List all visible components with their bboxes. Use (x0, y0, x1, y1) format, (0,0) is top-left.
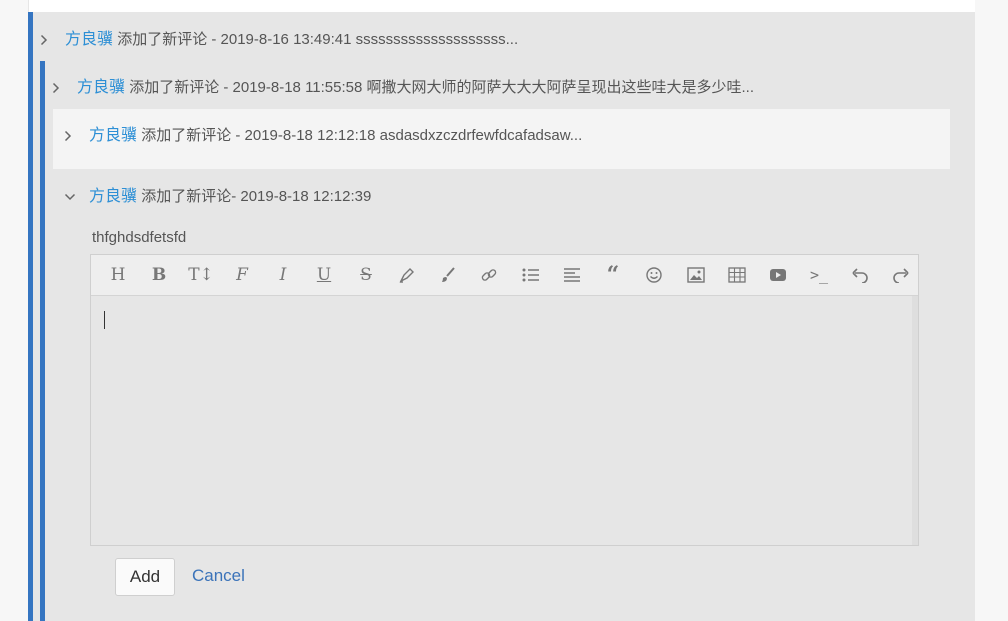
comment-summary: 添加了新评论 - 2019-8-16 13:49:41 ssssssssssss… (117, 31, 519, 48)
page-left-margin (0, 0, 29, 621)
comment-summary: 添加了新评论 - 2019-8-18 11:55:58 啊撒大网大师的阿萨大大大… (129, 79, 755, 96)
comment-summary: 添加了新评论 - 2019-8-18 12:12:18 asdasdxzczdr… (141, 127, 583, 144)
heading-icon[interactable]: H (101, 255, 135, 295)
page-right-margin (975, 0, 1008, 621)
redo-icon[interactable] (884, 255, 918, 295)
chevron-right-icon[interactable] (39, 28, 49, 52)
add-button[interactable]: Add (115, 558, 175, 596)
comment-author-link[interactable]: 方良骥 (89, 127, 137, 144)
marker-icon[interactable] (390, 255, 424, 295)
comment-body-text: thfghdsdfetsfd (92, 229, 187, 246)
italic-icon[interactable]: I (266, 255, 300, 295)
chevron-right-icon[interactable] (63, 124, 73, 148)
align-icon[interactable] (555, 255, 589, 295)
editor-textarea[interactable] (91, 296, 911, 545)
unordered-list-icon[interactable] (514, 255, 548, 295)
font-icon[interactable]: F (225, 255, 259, 295)
editor-scrollbar[interactable] (912, 296, 918, 545)
text-size-icon[interactable]: T↕ (184, 255, 218, 295)
brush-icon[interactable] (431, 255, 465, 295)
editor-toolbar: H B T↕ F I U S “ >_ (91, 255, 918, 296)
link-icon[interactable] (472, 255, 506, 295)
code-icon[interactable]: >_ (802, 255, 836, 295)
video-icon[interactable] (761, 255, 795, 295)
thread-indent-bar-nested (40, 61, 45, 621)
comment-author-link[interactable]: 方良骥 (65, 31, 113, 48)
comment-author-link[interactable]: 方良骥 (77, 79, 125, 96)
emoji-icon[interactable] (637, 255, 671, 295)
underline-icon[interactable]: U (307, 255, 341, 295)
quote-icon[interactable]: “ (596, 255, 630, 295)
cancel-link[interactable]: Cancel (192, 558, 245, 594)
strikethrough-icon[interactable]: S (349, 255, 383, 295)
chevron-down-icon[interactable] (63, 185, 77, 209)
undo-icon[interactable] (843, 255, 877, 295)
comment-author-link[interactable]: 方良骥 (89, 188, 137, 205)
image-icon[interactable] (679, 255, 713, 295)
table-icon[interactable] (720, 255, 754, 295)
chevron-right-icon[interactable] (51, 76, 61, 100)
bold-icon[interactable]: B (142, 255, 176, 295)
text-caret (104, 311, 105, 329)
comment-summary: 添加了新评论- 2019-8-18 12:12:39 (141, 188, 372, 205)
thread-indent-bar (28, 12, 33, 621)
reply-editor: H B T↕ F I U S “ >_ (90, 254, 919, 546)
